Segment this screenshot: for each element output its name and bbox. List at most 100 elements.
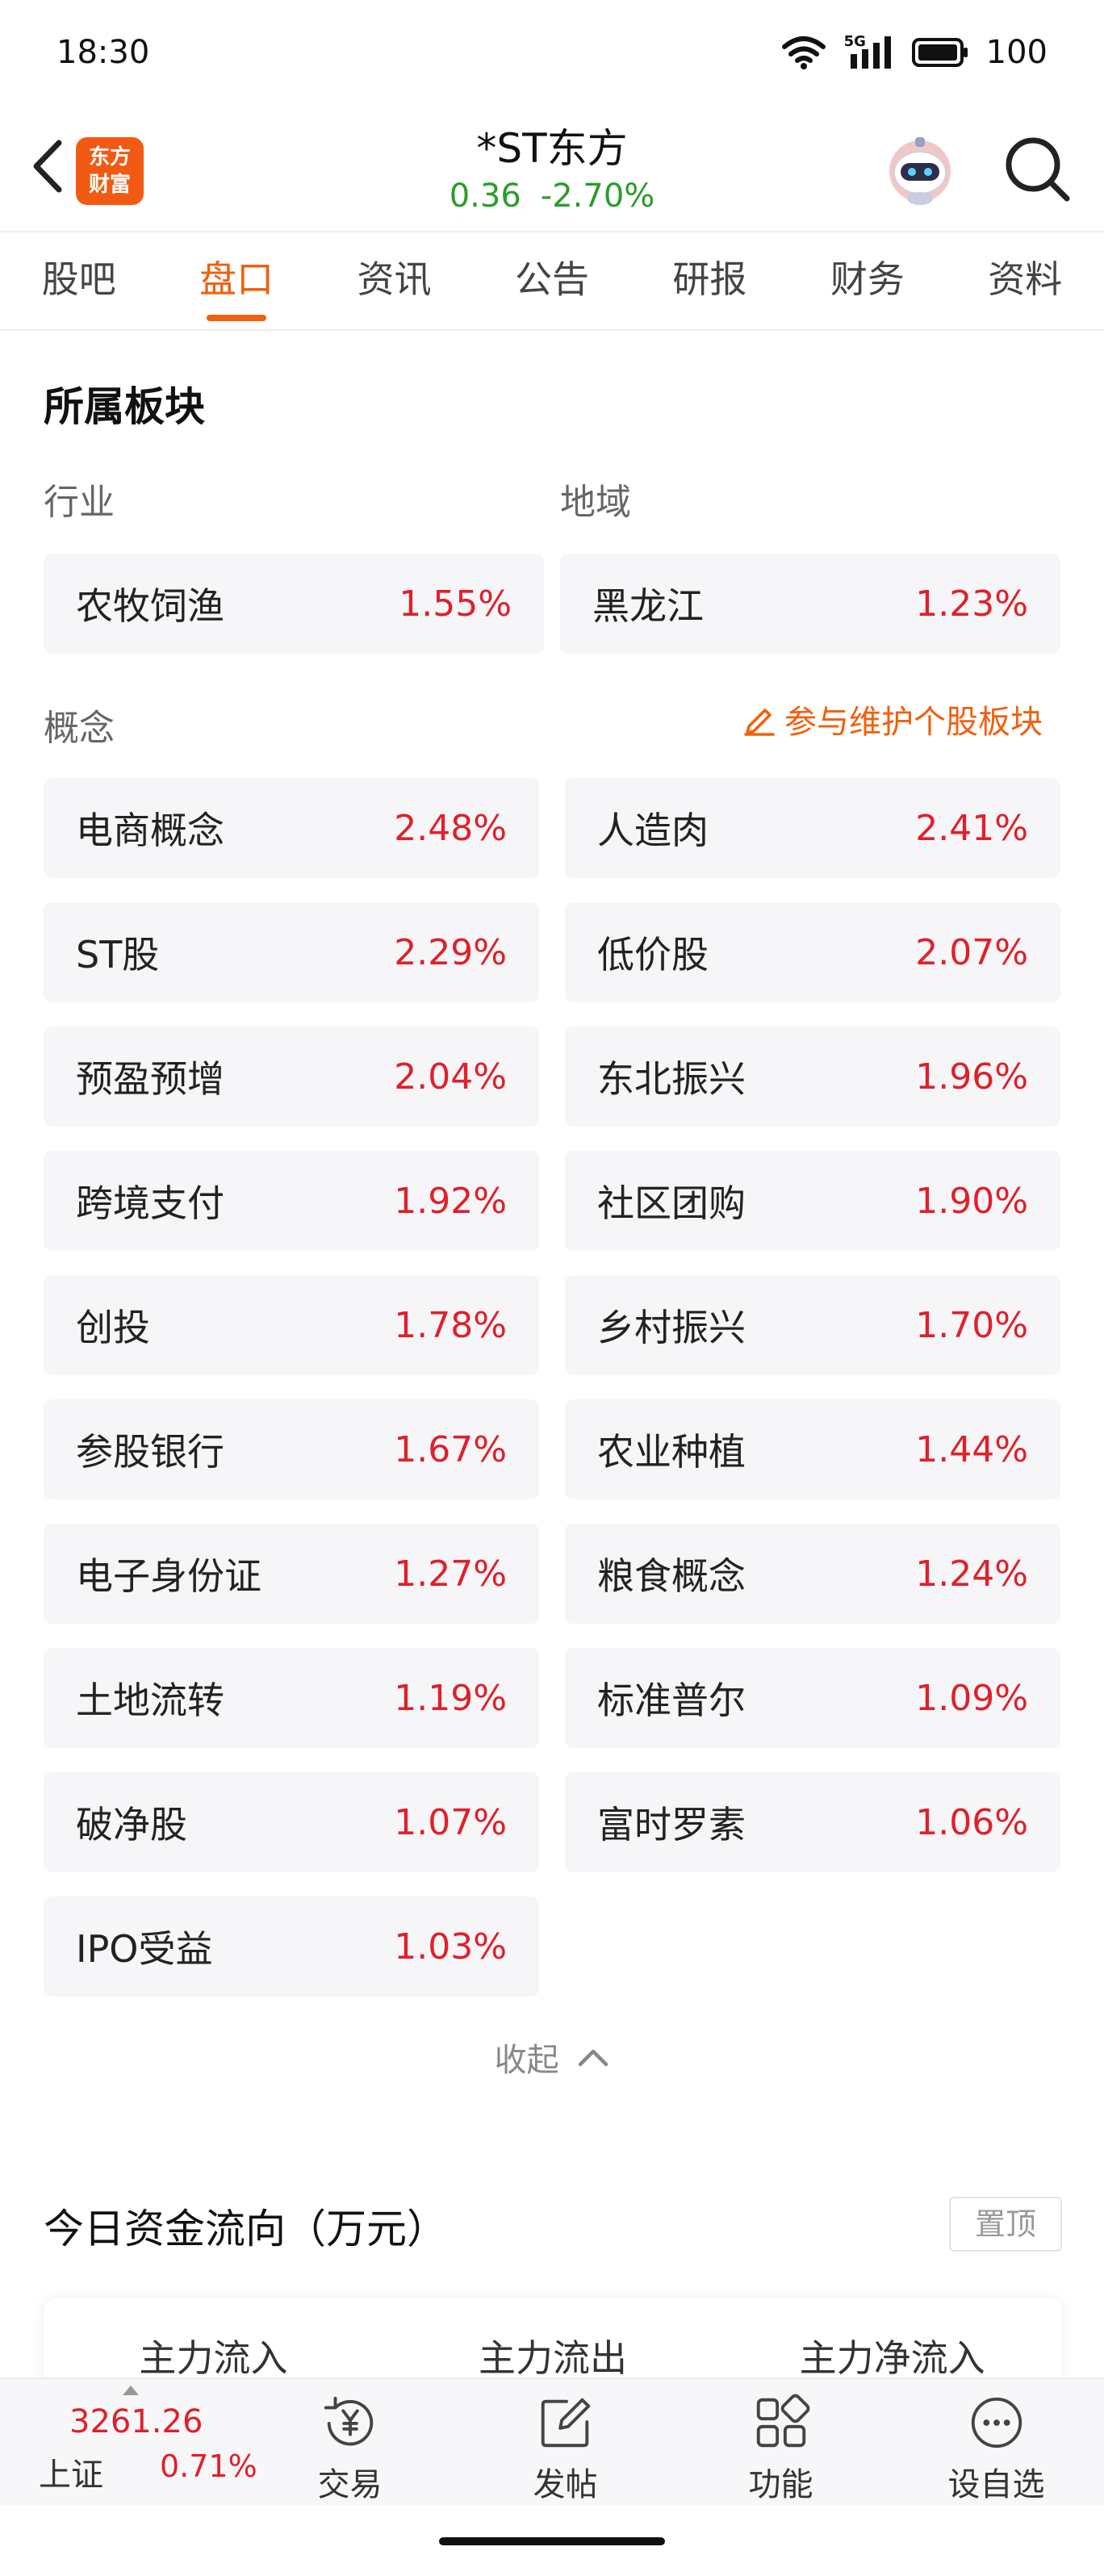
concept-sector-cell[interactable]: 标准普尔 1.09%: [565, 1648, 1060, 1748]
concept-sector-cell[interactable]: 电子身份证 1.27%: [44, 1524, 539, 1624]
section-title-sectors: 所属板块: [44, 383, 205, 430]
sector-change: 2.41%: [915, 807, 1028, 849]
tab-finance[interactable]: 财务: [788, 232, 946, 329]
tab-news[interactable]: 资讯: [316, 232, 473, 329]
concept-sector-cell[interactable]: 预盈预增 2.04%: [44, 1027, 539, 1127]
sector-name: 跨境支付: [76, 1181, 224, 1225]
home-indicator[interactable]: [439, 2537, 665, 2545]
nav-add-watchlist-button[interactable]: 设自选: [889, 2379, 1104, 2505]
sector-change: 1.70%: [915, 1304, 1028, 1346]
sector-name: 低价股: [597, 933, 709, 976]
concept-sector-cell[interactable]: ST股 2.29%: [44, 902, 539, 1002]
sector-name: 人造肉: [597, 809, 709, 852]
more-icon: [971, 2397, 1022, 2448]
status-time: 18:30: [56, 34, 150, 71]
sector-change: 1.92%: [394, 1180, 507, 1222]
concept-sector-cell[interactable]: 创投 1.78%: [44, 1275, 539, 1375]
sector-name: 参股银行: [76, 1430, 224, 1474]
sector-change: 1.55%: [399, 583, 512, 625]
sector-change: 1.06%: [915, 1801, 1028, 1843]
sector-change: 1.78%: [394, 1304, 507, 1346]
edit-icon: [541, 2398, 590, 2448]
tab-pankou[interactable]: 盘口: [157, 232, 315, 329]
sector-name: 标准普尔: [597, 1679, 746, 1722]
wifi-icon: [781, 36, 826, 69]
sector-name: 社区团购: [597, 1181, 746, 1225]
index-ticker[interactable]: 3261.26 上证 0.71%: [0, 2379, 257, 2505]
sector-change: 2.07%: [915, 931, 1028, 973]
concept-sector-cell[interactable]: 富时罗素 1.06%: [565, 1772, 1060, 1872]
sector-change: 1.27%: [394, 1553, 507, 1595]
region-sector-cell[interactable]: 黑龙江 1.23%: [560, 554, 1060, 654]
concept-sector-cell[interactable]: 人造肉 2.41%: [565, 778, 1060, 878]
concept-sector-cell[interactable]: 电商概念 2.48%: [44, 778, 539, 878]
sector-change: 1.19%: [394, 1677, 507, 1719]
tab-bar: 股吧 盘口 资讯 公告 研报 财务 资料: [0, 231, 1104, 331]
index-value: 3261.26: [69, 2403, 203, 2440]
concept-sector-cell[interactable]: 乡村振兴 1.70%: [565, 1275, 1060, 1375]
tab-announcements[interactable]: 公告: [473, 232, 630, 329]
pin-top-button[interactable]: 置顶: [949, 2197, 1062, 2252]
index-change: 0.71%: [160, 2448, 257, 2484]
sector-change: 2.04%: [394, 1056, 507, 1098]
concept-sector-cell[interactable]: 社区团购 1.90%: [565, 1151, 1060, 1251]
concept-sector-cell[interactable]: 农业种植 1.44%: [565, 1399, 1060, 1499]
maintain-sectors-link[interactable]: 参与维护个股板块: [742, 696, 1043, 742]
sector-name: 电商概念: [76, 809, 224, 852]
concept-sector-cell[interactable]: 参股银行 1.67%: [44, 1399, 539, 1499]
battery-icon: [911, 38, 968, 67]
sector-change: 1.07%: [394, 1801, 507, 1843]
sector-change: 2.48%: [394, 807, 507, 849]
sector-name: 创投: [76, 1306, 150, 1349]
sector-change: 1.67%: [394, 1428, 507, 1470]
sector-change: 2.29%: [394, 931, 507, 973]
stock-change-pct: -2.70%: [540, 178, 655, 215]
sector-name: 电子身份证: [76, 1554, 261, 1598]
nav-post-button[interactable]: 发帖: [458, 2379, 673, 2505]
tab-guba[interactable]: 股吧: [0, 232, 157, 329]
sector-name: 粮食概念: [597, 1554, 746, 1598]
yuan-cycle-icon: [324, 2396, 373, 2446]
nav-trade-button[interactable]: 交易: [242, 2379, 458, 2505]
sector-name: 乡村振兴: [597, 1306, 746, 1349]
sector-name: ST股: [76, 933, 160, 976]
pencil-icon: [744, 709, 775, 736]
concept-sector-cell[interactable]: 粮食概念 1.24%: [565, 1524, 1060, 1624]
sector-name: 预盈预增: [76, 1057, 224, 1101]
assistant-robot-icon[interactable]: [880, 129, 960, 210]
sector-name: 破净股: [76, 1803, 187, 1846]
battery-level: 100: [985, 34, 1048, 71]
sector-change: 1.96%: [915, 1056, 1028, 1098]
concept-sector-cell[interactable]: IPO受益 1.03%: [44, 1896, 539, 1997]
concept-sector-cell[interactable]: 土地流转 1.19%: [44, 1648, 539, 1748]
sector-name: 富时罗素: [597, 1803, 746, 1846]
tab-profile[interactable]: 资料: [947, 232, 1104, 329]
industry-sector-cell[interactable]: 农牧饲渔 1.55%: [44, 554, 544, 654]
signal-icon: 5G: [844, 33, 894, 70]
concept-sector-cell[interactable]: 东北振兴 1.96%: [565, 1027, 1060, 1127]
stock-price: 0.36: [449, 178, 521, 215]
search-button[interactable]: [1001, 132, 1073, 205]
industry-label: 行业: [44, 482, 115, 523]
sector-change: 1.44%: [915, 1428, 1028, 1470]
tab-research[interactable]: 研报: [631, 232, 788, 329]
sector-change: 1.09%: [915, 1677, 1028, 1719]
status-icons: 5G 100: [781, 33, 1048, 71]
concept-sector-cell[interactable]: 破净股 1.07%: [44, 1772, 539, 1872]
collapse-button[interactable]: 收起: [0, 2034, 1104, 2080]
nav-functions-button[interactable]: 功能: [673, 2379, 889, 2505]
concept-sector-cell[interactable]: 低价股 2.07%: [565, 902, 1060, 1002]
grid-icon: [756, 2394, 809, 2448]
concept-sector-cell[interactable]: 跨境支付 1.92%: [44, 1151, 539, 1251]
sector-name: IPO受益: [76, 1927, 213, 1971]
sector-name: 农业种植: [597, 1430, 746, 1474]
sector-change: 1.23%: [915, 583, 1028, 625]
sector-name: 土地流转: [76, 1679, 224, 1722]
sector-change: 1.90%: [915, 1180, 1028, 1222]
expand-up-icon: [123, 2386, 139, 2395]
chevron-up-icon: [579, 2049, 608, 2067]
sector-change: 1.03%: [394, 1926, 507, 1968]
search-icon: [1006, 137, 1070, 202]
concept-label: 概念: [44, 708, 115, 749]
sector-name: 农牧饲渔: [76, 584, 224, 628]
